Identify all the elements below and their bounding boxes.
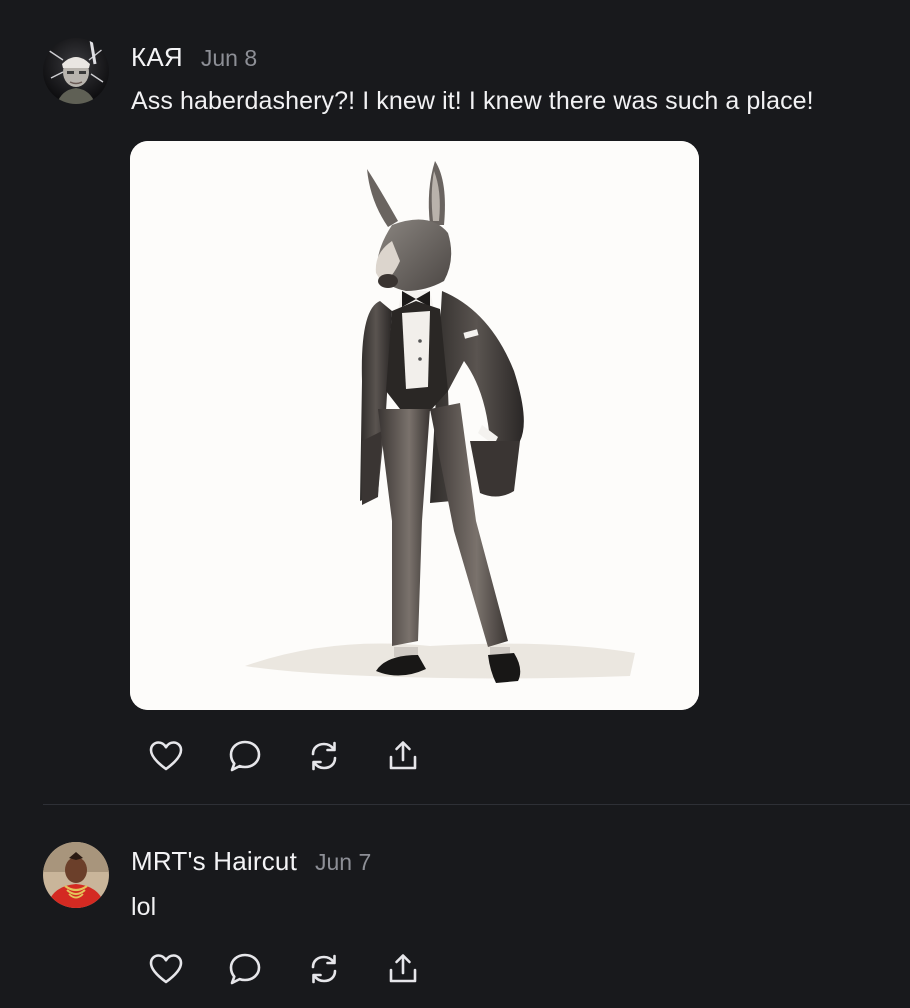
donkey-in-tuxedo-illustration xyxy=(130,141,699,710)
repost-button[interactable] xyxy=(306,738,342,774)
avatar[interactable] xyxy=(43,38,109,104)
share-icon xyxy=(389,954,417,983)
like-button[interactable] xyxy=(148,951,184,987)
repost-button[interactable] xyxy=(306,951,342,987)
like-button[interactable] xyxy=(148,738,184,774)
avatar[interactable] xyxy=(43,842,109,908)
heart-icon xyxy=(149,741,183,771)
avatar-image xyxy=(43,842,109,908)
repost-icon xyxy=(311,954,337,984)
comment-icon xyxy=(229,740,261,772)
post-header: КАЯ Jun 8 xyxy=(131,42,257,73)
comment-button[interactable] xyxy=(227,738,263,774)
post-date[interactable]: Jun 8 xyxy=(201,45,257,72)
comment-icon xyxy=(229,953,261,985)
post: КАЯ Jun 8 Ass haberdashery?! I knew it! … xyxy=(0,0,910,800)
post-actions xyxy=(148,738,464,774)
post-date[interactable]: Jun 7 xyxy=(315,849,371,876)
post-text: Ass haberdashery?! I knew it! I knew the… xyxy=(131,87,814,115)
share-button[interactable] xyxy=(385,951,421,987)
reply-feed: КАЯ Jun 8 Ass haberdashery?! I knew it! … xyxy=(0,0,910,1008)
post-header: MRT's Haircut Jun 7 xyxy=(131,846,371,877)
post-image[interactable] xyxy=(130,141,699,710)
post-divider xyxy=(43,804,910,805)
share-icon xyxy=(389,741,417,770)
author-name[interactable]: MRT's Haircut xyxy=(131,846,297,877)
repost-icon xyxy=(311,741,337,771)
comment-button[interactable] xyxy=(227,951,263,987)
heart-icon xyxy=(149,954,183,984)
share-button[interactable] xyxy=(385,738,421,774)
author-name[interactable]: КАЯ xyxy=(131,42,183,73)
post-actions xyxy=(148,951,464,987)
post-text: lol xyxy=(131,893,157,921)
avatar-image xyxy=(43,38,109,104)
